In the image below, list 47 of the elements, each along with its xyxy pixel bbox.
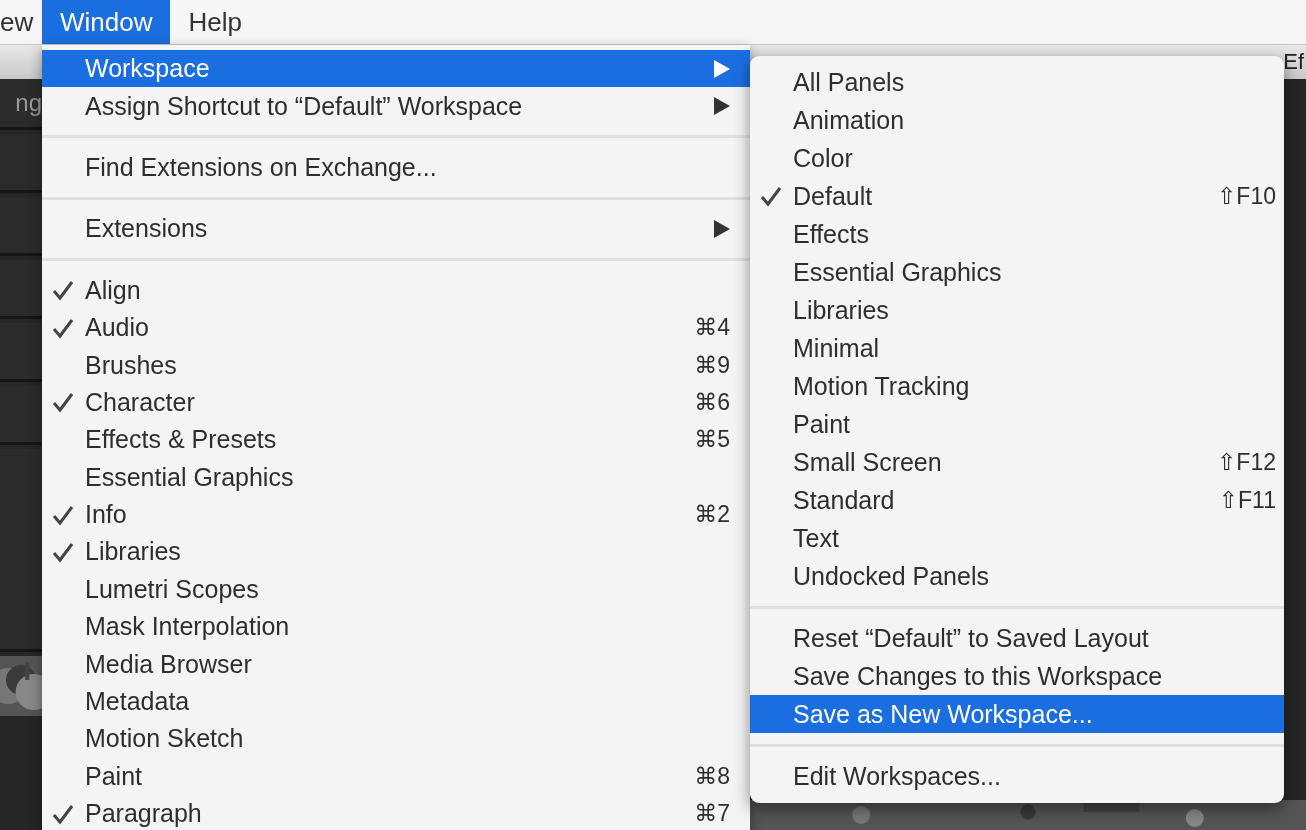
menu-item[interactable]: Motion Sketch xyxy=(42,720,750,758)
menu-item[interactable]: Small Screen ⇧F12 xyxy=(750,443,1284,481)
menu-item[interactable]: Info ⌘2 xyxy=(42,495,750,534)
menu-item[interactable]: All Panels xyxy=(750,63,1284,101)
menu-item[interactable]: Lumetri Scopes xyxy=(42,570,750,609)
panel xyxy=(0,386,42,445)
menu-item[interactable]: Align xyxy=(42,271,750,309)
menu-item[interactable]: Paragraph ⌘7 xyxy=(42,795,750,830)
menu-item[interactable]: Animation xyxy=(750,101,1284,139)
menu-item[interactable]: Minimal xyxy=(750,329,1284,367)
menu-bar-item[interactable]: Help xyxy=(170,0,260,44)
menu-item[interactable]: Reset “Default” to Saved Layout xyxy=(750,619,1284,657)
menu-item[interactable]: Workspace xyxy=(42,50,750,88)
menu-bar-item[interactable]: ew xyxy=(0,0,42,44)
menu-item[interactable]: Color xyxy=(750,139,1284,177)
menu-item[interactable]: Save as New Workspace... xyxy=(750,695,1284,733)
menu-item[interactable]: Undocked Panels xyxy=(750,557,1284,595)
menu-item[interactable]: Paint ⌘8 xyxy=(42,757,750,796)
panel xyxy=(0,260,42,319)
menu-item[interactable]: Text xyxy=(750,519,1284,557)
menu-bar-item[interactable]: Window xyxy=(42,0,171,44)
menu-item[interactable]: Motion Tracking xyxy=(750,367,1284,405)
menu-item[interactable]: Assign Shortcut to “Default” Workspace xyxy=(42,87,750,125)
menu-item[interactable]: Essential Graphics xyxy=(750,253,1284,291)
menu-item[interactable]: Standard ⇧F11 xyxy=(750,481,1284,519)
menu-item[interactable]: Libraries xyxy=(750,291,1284,329)
menu-item[interactable]: Edit Workspaces... xyxy=(750,757,1284,795)
menu-item[interactable]: Media Browser xyxy=(42,645,750,683)
panel xyxy=(0,134,42,193)
menu-item[interactable]: Effects & Presets ⌘5 xyxy=(42,421,750,459)
panel xyxy=(0,323,42,382)
menu-item[interactable]: Metadata xyxy=(42,682,750,721)
menu-item[interactable]: Effects xyxy=(750,215,1284,253)
menu-item[interactable]: Paint xyxy=(750,405,1284,443)
menu-item[interactable]: Mask Interpolation xyxy=(42,608,750,646)
menu-item[interactable]: Brushes ⌘9 xyxy=(42,346,750,384)
menu-item[interactable]: Libraries xyxy=(42,533,750,571)
menu-item[interactable]: Essential Graphics xyxy=(42,458,750,496)
window-title: Ef xyxy=(1283,49,1304,75)
panel-tab[interactable]: ng xyxy=(15,89,42,117)
menu-item[interactable]: Default ⇧F10 xyxy=(750,177,1284,215)
menu-item[interactable]: Character ⌘6 xyxy=(42,383,750,422)
menu-item[interactable]: Find Extensions on Exchange... xyxy=(42,148,750,187)
panel xyxy=(0,197,42,256)
menu-item[interactable]: Extensions xyxy=(42,210,750,248)
menu-item[interactable]: Audio ⌘4 xyxy=(42,308,750,347)
menu-item[interactable]: Save Changes to this Workspace xyxy=(750,657,1284,695)
